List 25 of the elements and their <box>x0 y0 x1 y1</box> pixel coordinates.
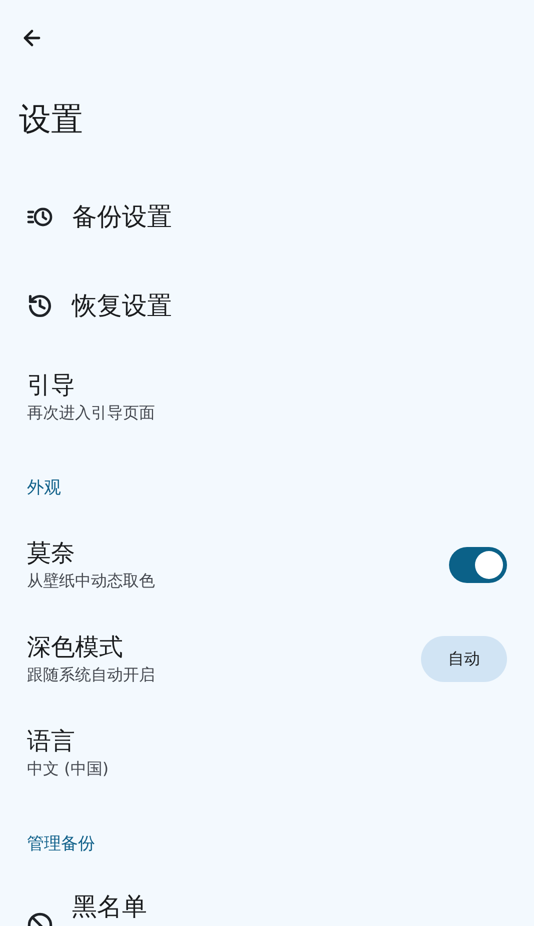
history-icon <box>27 292 53 318</box>
settings-item[interactable]: 引导 再次进入引导页面 <box>0 350 534 444</box>
section-header: 外观 <box>27 478 61 498</box>
settings-item[interactable]: 黑名单 <box>0 874 534 926</box>
item-title: 莫奈 <box>27 538 76 569</box>
item-title: 引导 <box>27 370 76 401</box>
settings-item[interactable]: 莫奈 从壁纸中动态取色 <box>0 518 534 612</box>
toggle-switch[interactable] <box>449 547 507 583</box>
item-title: 深色模式 <box>27 632 124 663</box>
item-subtitle: 再次进入引导页面 <box>27 402 155 424</box>
page-title: 设置 <box>19 99 83 140</box>
item-title: 恢复设置 <box>72 290 172 322</box>
item-subtitle: 中文 (中国) <box>27 758 109 780</box>
item-subtitle: 跟随系统自动开启 <box>27 664 155 686</box>
settings-item[interactable]: 备份设置 <box>0 172 534 261</box>
section-header: 管理备份 <box>27 834 95 854</box>
item-title: 备份设置 <box>72 200 172 233</box>
settings-item[interactable]: 语言 中文 (中国) <box>0 706 534 800</box>
clock-icon <box>27 206 53 228</box>
item-title: 语言 <box>27 726 76 757</box>
item-title: 黑名单 <box>72 891 147 923</box>
settings-item[interactable]: 恢复设置 <box>0 261 534 350</box>
item-subtitle: 从壁纸中动态取色 <box>27 570 155 592</box>
settings-item[interactable]: 深色模式 跟随系统自动开启 自动 <box>0 612 534 706</box>
mode-button[interactable]: 自动 <box>421 636 507 682</box>
